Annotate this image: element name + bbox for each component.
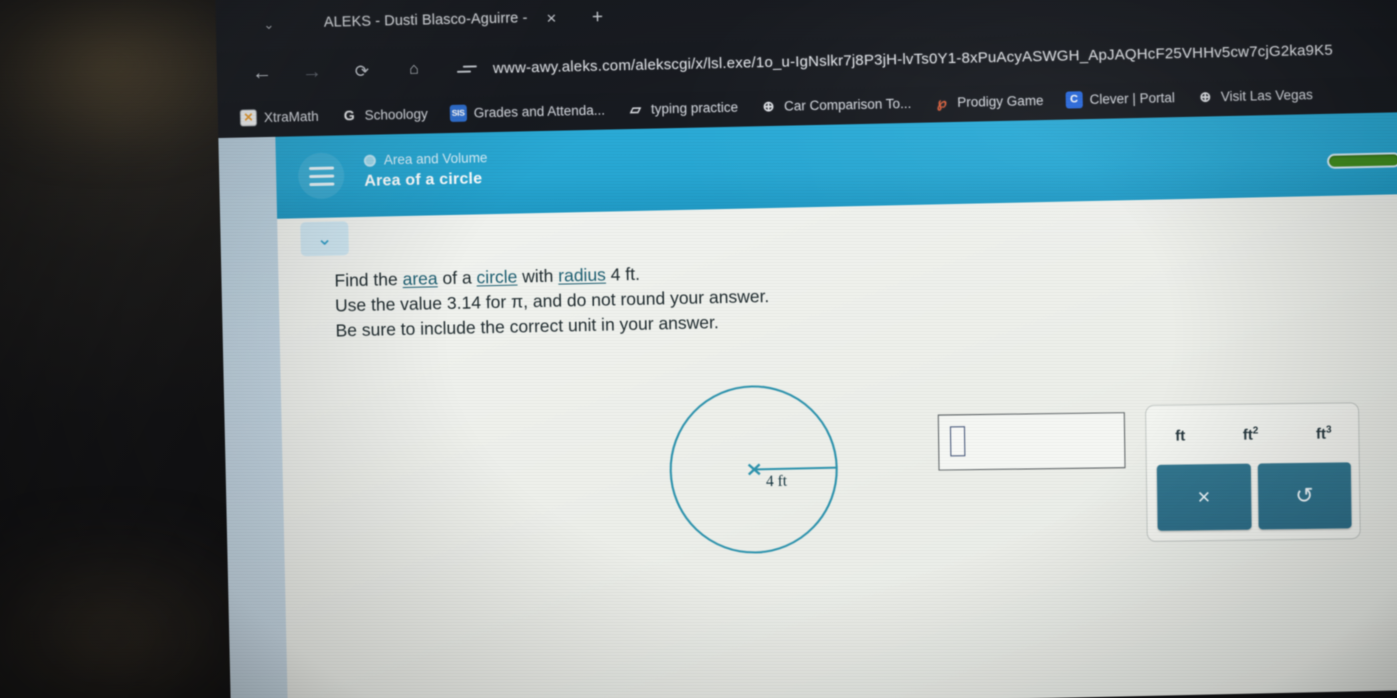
new-tab-button[interactable]: + [587,6,607,27]
globe-icon: ⊕ [762,97,775,114]
circle-svg [669,385,838,554]
bookmark-label: XtraMath [263,108,319,125]
question-text-part: of a [437,267,477,289]
answer-input-cursor [949,426,966,457]
hamburger-menu-icon[interactable] [297,152,345,200]
xtramath-icon: ✕ [239,108,258,127]
bookmark-label: Prodigy Game [957,92,1044,110]
home-icon[interactable]: ⌂ [401,61,427,78]
glossary-link-area[interactable]: area [402,268,437,289]
question-text-part: 4 ft. [605,263,641,285]
address-bar[interactable]: www-awy.aleks.com/alekscgi/x/lsl.exe/1o_… [493,41,1333,76]
browser-window: ⌄ ALEKS - Dusti Blasco-Aguirre - × + ← →… [215,0,1397,698]
clever-icon: C [1065,90,1083,109]
question-text-part: Find the [334,269,403,291]
sis-icon: SIS [449,104,467,122]
unit-button-ft[interactable]: ft [1167,425,1193,446]
glossary-link-radius[interactable]: radius [558,265,606,286]
prodigy-icon: ℘ [936,93,947,110]
radius-label: 4 ft [765,472,788,491]
answer-input[interactable] [937,412,1126,471]
back-arrow-icon[interactable]: ← [249,62,275,84]
bookmark-clever-portal[interactable]: C Clever | Portal [1065,89,1175,109]
unit-base: ft [1175,426,1186,445]
circle-diagram: 4 ft [664,379,848,563]
action-keys-row: × ↺ [1156,462,1352,531]
header-category-label: Area and Volume [383,150,488,168]
unit-base: ft [1315,425,1327,443]
folder-icon: ▱ [629,100,642,117]
page-viewport: Area and Volume Area of a circle ⌄ Find … [218,111,1397,698]
radius-line [753,466,837,471]
bookmark-label: typing practice [650,99,739,117]
category-dot-icon [363,154,377,167]
tab-title: ALEKS - Dusti Blasco-Aguirre - [323,10,528,31]
question-text-part: with [517,265,559,287]
bookmark-grades-and-attendance[interactable]: SIS Grades and Attenda... [449,101,606,122]
bookmark-typing-practice[interactable]: ▱ typing practice [627,98,738,117]
unit-keypad: ft ft2 ft3 × ↺ [1144,402,1361,542]
expand-collapse-chevron-icon[interactable]: ⌄ [300,221,349,257]
bookmark-label: Schoology [364,105,428,123]
bookmark-label: Visit Las Vegas [1220,86,1314,104]
globe-icon: ⊕ [1199,87,1212,105]
header-category: Area and Volume [363,150,488,168]
page-title: Area of a circle [364,170,483,190]
site-settings-icon[interactable] [456,59,479,77]
bookmark-label: Grades and Attenda... [473,102,606,120]
tab-close-icon[interactable]: × [541,8,561,27]
unit-exponent: 3 [1325,424,1332,436]
unit-exponent: 2 [1252,425,1259,437]
bookmark-prodigy-game[interactable]: ℘ Prodigy Game [933,92,1044,111]
bookmark-visit-las-vegas[interactable]: ⊕ Visit Las Vegas [1197,86,1313,106]
google-g-icon: G [343,107,355,124]
bookmark-label: Car Comparison To... [783,95,912,114]
reload-icon[interactable]: ⟳ [349,61,375,80]
bookmark-schoology[interactable]: G Schoology [340,105,428,124]
clear-button[interactable]: × [1156,463,1252,531]
bookmark-label: Clever | Portal [1089,89,1175,107]
unit-button-ft2[interactable]: ft2 [1235,423,1267,445]
photo-of-monitor: ⌄ ALEKS - Dusti Blasco-Aguirre - × + ← →… [0,0,1397,698]
forward-arrow-icon[interactable]: → [299,61,325,83]
bookmark-car-comparison-tool[interactable]: ⊕ Car Comparison To... [760,94,912,114]
unit-button-ft3[interactable]: ft3 [1308,422,1340,444]
unit-buttons-row: ft ft2 ft3 [1146,415,1360,454]
progress-indicator [1326,152,1397,169]
tab-search-chevron-icon[interactable]: ⌄ [256,11,283,38]
bookmark-xtramath[interactable]: ✕ XtraMath [239,107,319,127]
browser-tab[interactable]: ALEKS - Dusti Blasco-Aguirre - × [323,8,562,31]
question-text: Find the area of a circle with radius 4 … [334,253,1035,343]
glossary-link-circle[interactable]: circle [476,267,517,288]
undo-button[interactable]: ↺ [1257,462,1352,530]
